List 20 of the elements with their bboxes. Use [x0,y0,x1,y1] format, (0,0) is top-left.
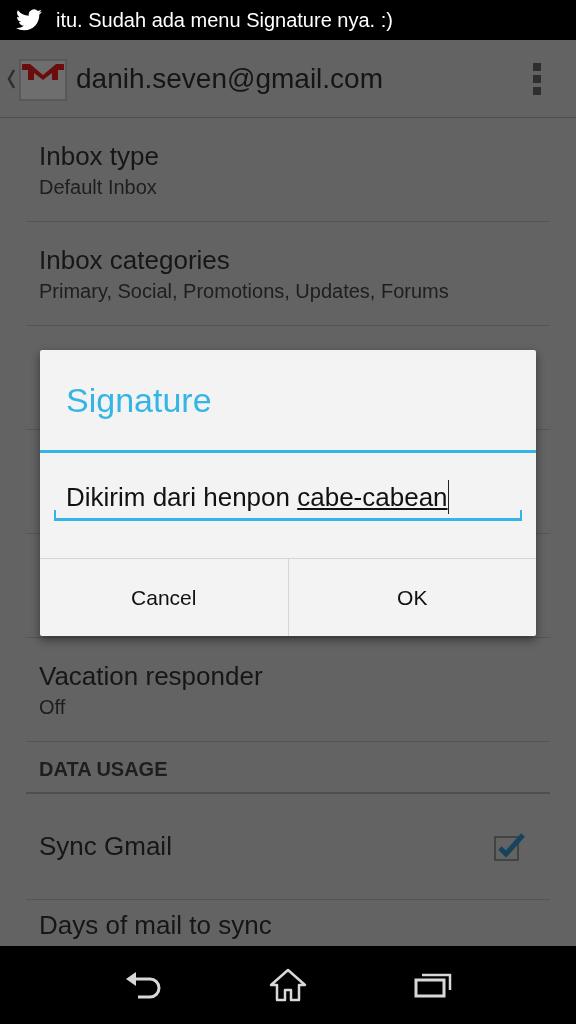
setting-summary: Off [39,694,67,720]
chevron-icon [6,67,16,90]
bird-icon [16,9,42,31]
setting-title: Days of mail to sync [39,909,273,942]
setting-title: Vacation responder [39,659,264,693]
recent-apps-icon[interactable] [414,972,453,998]
setting-summary: Primary, Social, Promotions, Updates, Forums [39,278,450,304]
dialog-button[interactable]: OK [287,559,536,636]
home-icon[interactable] [269,968,307,1002]
checkbox[interactable] [493,831,527,862]
dialog-title: Signature [66,379,212,421]
setting-title: Sync Gmail [39,830,172,863]
account-email: danih.seven@gmail.com [76,61,384,96]
signature-input[interactable]: Dikirim dari henpon cabe-cabean [54,473,522,521]
dialog-button[interactable]: Cancel [40,559,288,636]
setting-title: Inbox categories [39,243,231,277]
notification-text: itu. Sudah ada menu Signature nya. :) [56,8,393,33]
setting-summary: Default Inbox [39,174,158,200]
setting-title: Inbox type [39,139,160,173]
section-header: DATA USAGE [39,757,168,782]
